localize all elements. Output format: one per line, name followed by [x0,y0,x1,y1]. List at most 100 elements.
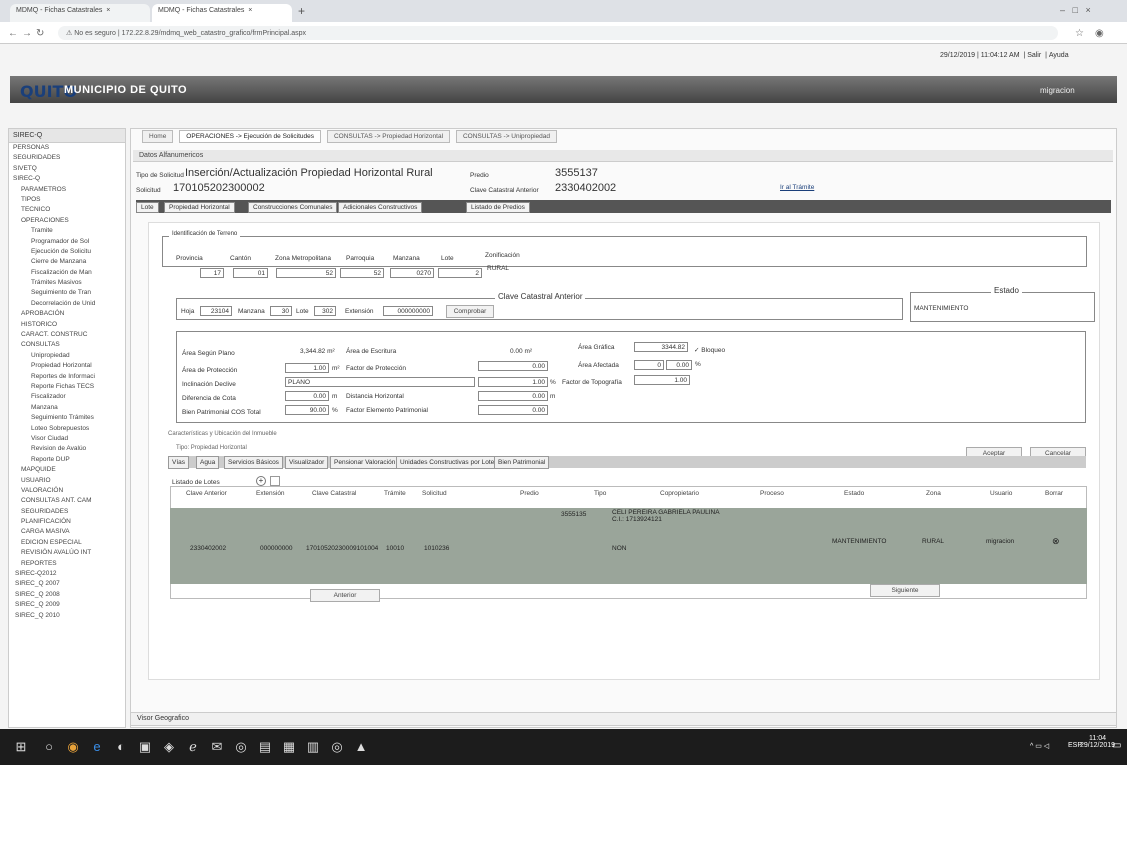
sidebar-item[interactable]: SIREC_Q 2009 [9,600,125,610]
subtab-listado-predios[interactable]: Listado de Predios [466,202,530,213]
edit-icon[interactable] [270,476,280,486]
edge-icon[interactable]: e [88,738,106,756]
extension-field[interactable]: 000000000 [383,306,433,316]
sidebar-item[interactable]: MAPQUIDE [9,465,125,475]
sidebar-item[interactable]: PARAMETROS [9,185,125,195]
bloqueo-checkbox[interactable]: ✓ Bloqueo [694,346,725,354]
siguiente-button[interactable]: Siguiente [870,584,940,597]
manzana-ant-field[interactable]: 30 [270,306,292,316]
ir-tramite-link[interactable]: Ir al Trámite [780,184,814,191]
chrome-icon[interactable]: ◎ [328,738,346,756]
hoja-field[interactable]: 23104 [200,306,232,316]
tab-unipropiedad[interactable]: CONSULTAS -> Unipropiedad [455,130,557,143]
canton-field[interactable]: 01 [233,268,268,278]
subtab-construcciones-comunales[interactable]: Construcciones Comunales [248,202,338,213]
delete-icon[interactable]: ⊗ [1052,536,1060,547]
diferencia-field[interactable]: 0.00 [285,391,329,401]
inclinacion-select[interactable]: PLANO [285,377,475,387]
tab-unidades[interactable]: Unidades Constructivas por Lote [396,456,499,469]
app-icon[interactable]: ▲ [352,738,370,756]
sidebar-item[interactable]: PERSONAS [9,143,125,153]
sidebar-item[interactable]: Trámites Masivos [9,278,125,288]
window-controls[interactable]: – □ × [1060,5,1091,15]
browser-icon[interactable]: ◉ [64,738,82,756]
sidebar-item[interactable]: SIREC_Q 2007 [9,579,125,589]
shield-icon[interactable]: ◈ [160,738,178,756]
search-icon[interactable]: ○ [40,738,58,756]
zona-field[interactable]: 52 [276,268,336,278]
exit-link[interactable]: Salir [1027,52,1041,59]
tab-propiedad-horizontal[interactable]: CONSULTAS -> Propiedad Horizontal [326,130,451,143]
tab-visualizador[interactable]: Visualizador [285,456,329,469]
area-grafica-field[interactable]: 3344.82 [634,342,688,352]
notification-icon[interactable]: ▭ [1112,740,1121,751]
store-icon[interactable]: ▣ [136,738,154,756]
lote-field[interactable]: 2 [438,268,482,278]
sidebar-item[interactable]: Propiedad Horizontal [9,361,125,371]
provincia-field[interactable]: 17 [200,268,224,278]
tab-agua[interactable]: Agua [196,456,220,469]
tray-icons[interactable]: ^ ▭ ◁ [1030,742,1049,750]
visor-geografico[interactable]: Visor Geografico [130,712,1117,726]
sidebar-item[interactable]: SEGURIDADES [9,507,125,517]
sidebar-item[interactable]: CONSULTAS [9,340,125,350]
factor-proteccion-field[interactable]: 0.00 [478,361,548,371]
factor-topo-field[interactable]: 1.00 [634,375,690,385]
sidebar-item[interactable]: CARACT. CONSTRUC [9,330,125,340]
tab-ejecucion-solicitudes[interactable]: OPERACIONES -> Ejecución de Solicitudes [179,130,322,143]
sidebar-item[interactable]: USUARIO [9,476,125,486]
sidebar-item[interactable]: EDICION ESPECIAL [9,538,125,548]
sidebar-item[interactable]: SEGURIDADES [9,153,125,163]
sidebar-item[interactable]: OPERACIONES [9,216,125,226]
app-icon[interactable]: ▤ [256,738,274,756]
sidebar-item[interactable]: TIPOS [9,195,125,205]
sidebar-item[interactable]: Reporte Fichas TECS [9,382,125,392]
browser-tab-1[interactable]: MDMQ - Fichas Catastrales × [10,4,150,22]
dist-field[interactable]: 0.00 [478,391,548,401]
app-icon[interactable]: ◎ [232,738,250,756]
account-icon[interactable]: ◉ [1095,28,1104,39]
app-icon[interactable]: ◐ [112,738,130,756]
anterior-button[interactable]: Anterior [310,589,380,602]
help-link[interactable]: Ayuda [1049,52,1069,59]
pct-field-1[interactable]: 1.00 [478,377,548,387]
sidebar-item[interactable]: SIVETQ [9,164,125,174]
parroquia-field[interactable]: 52 [340,268,384,278]
comprobar-button[interactable]: Comprobar [446,305,494,318]
sidebar-item[interactable]: Fiscalización de Man [9,268,125,278]
sidebar-item[interactable]: REPORTES [9,559,125,569]
url-field[interactable]: ⚠ No es seguro | 172.22.8.29/mdmq_web_ca… [58,26,1058,40]
sidebar-item[interactable]: Loteo Sobrepuestos [9,424,125,434]
sidebar-item[interactable]: TECNICO [9,205,125,215]
tab-vias[interactable]: Vías [168,456,190,469]
sidebar-item[interactable]: Tramite [9,226,125,236]
tab-pensionar[interactable]: Pensionar Valoración [330,456,400,469]
sidebar-item[interactable]: Visor Ciudad [9,434,125,444]
sidebar-item[interactable]: Revision de Avalúo [9,444,125,454]
area-afectada-pct-field[interactable]: 0.00 [666,360,692,370]
forward-icon[interactable]: → [22,28,32,39]
sidebar-item[interactable]: Unipropiedad [9,351,125,361]
reload-icon[interactable]: ↻ [36,28,44,39]
add-icon[interactable]: + [256,476,266,486]
sidebar-item[interactable]: Ejecución de Solicitu [9,247,125,257]
sidebar-item[interactable]: Manzana [9,403,125,413]
sidebar-item[interactable]: Seguimiento de Tran [9,288,125,298]
sidebar-item[interactable]: SIREC_Q 2010 [9,611,125,621]
sidebar-item[interactable]: Reporte DUP [9,455,125,465]
app-icon[interactable]: ▦ [280,738,298,756]
sidebar-item[interactable]: CONSULTAS ANT. CAM [9,496,125,506]
lote-ant-field[interactable]: 302 [314,306,336,316]
manzana-field[interactable]: 0270 [390,268,434,278]
windows-start-icon[interactable]: ⊞ [12,738,30,756]
subtab-adicionales-constructivos[interactable]: Adicionales Constructivos [338,202,423,213]
sidebar-item[interactable]: Seguimiento Trámites [9,413,125,423]
sidebar-item[interactable]: Cierre de Manzana [9,257,125,267]
subtab-propiedad-horizontal[interactable]: Propiedad Horizontal [164,202,235,213]
factor-patr-field[interactable]: 0.00 [478,405,548,415]
sidebar-item[interactable]: HISTORICO [9,320,125,330]
mail-icon[interactable]: ✉ [208,738,226,756]
sidebar-item[interactable]: PLANIFICACIÓN [9,517,125,527]
area-proteccion-field[interactable]: 1.00 [285,363,329,373]
sidebar-item[interactable]: SIREC_Q 2008 [9,590,125,600]
